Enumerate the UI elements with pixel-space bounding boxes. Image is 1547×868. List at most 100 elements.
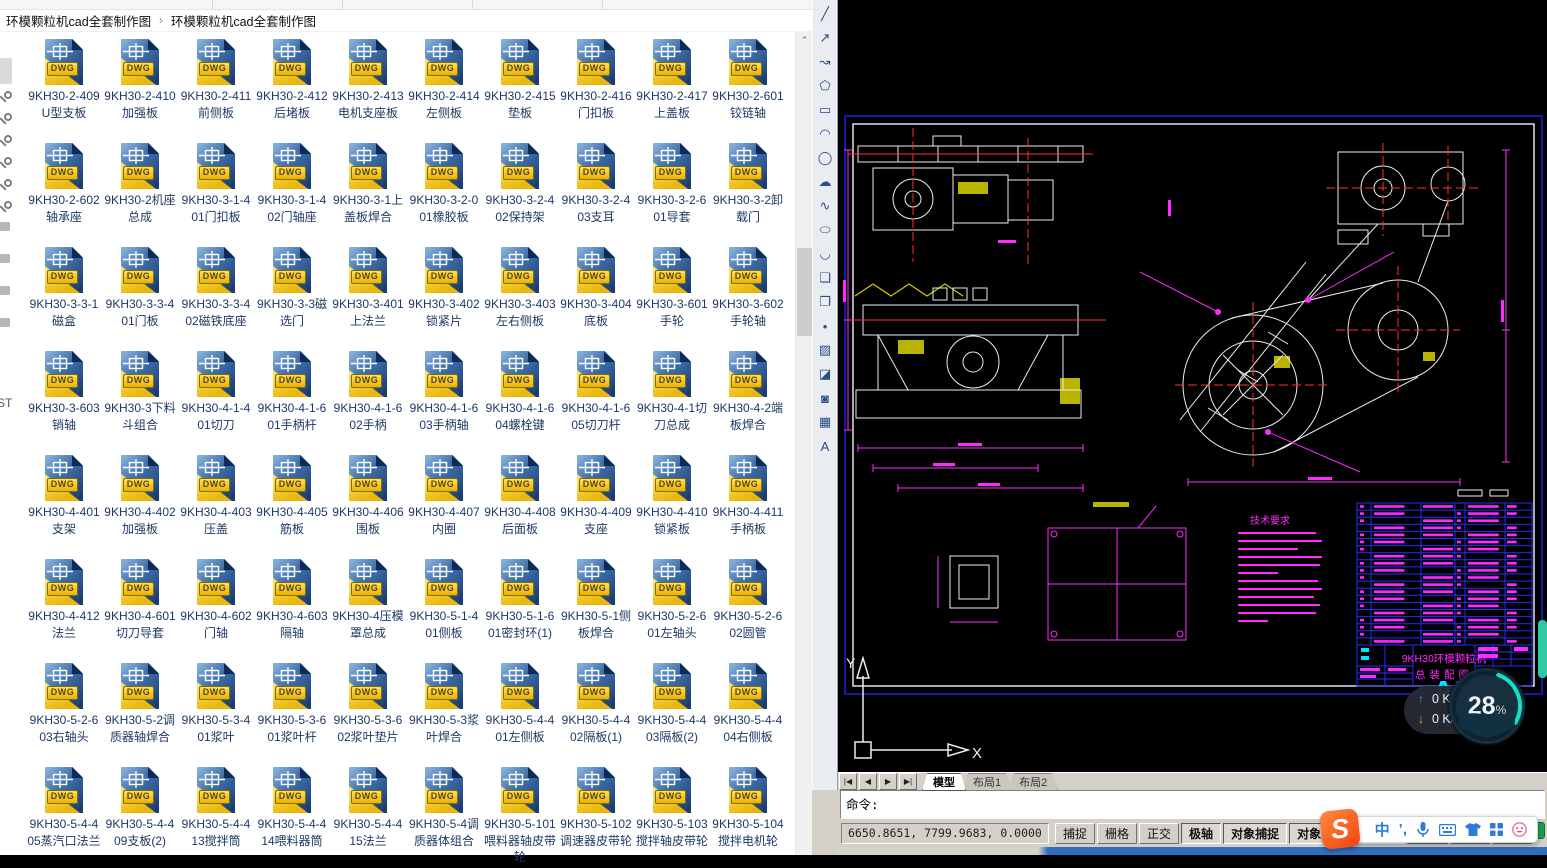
tab-layout2[interactable]: 布局2 [1008,773,1059,791]
make-block-icon[interactable]: ❐ [814,291,836,313]
emoji-icon[interactable] [1512,822,1527,837]
line-icon[interactable]: ╱ [814,3,836,25]
ellipse-icon[interactable]: ⬭ [814,219,836,241]
file-item[interactable]: DWG 9KH30-3-2-001橡胶板 [406,140,482,244]
file-item[interactable]: DWG 9KH30-3-401上法兰 [330,244,406,348]
file-item[interactable]: DWG 9KH30-2-414左侧板 [406,36,482,140]
file-item[interactable]: DWG 9KH30-4-409支座 [558,452,634,556]
file-item[interactable]: DWG 9KH30-4-401支架 [26,452,102,556]
revision-cloud-icon[interactable]: ☁ [814,171,836,193]
tab-last-icon[interactable]: ▶| [899,773,917,790]
file-item[interactable]: DWG 9KH30-3-2-402保持架 [482,140,558,244]
file-item[interactable]: DWG 9KH30-5-1侧板焊合 [558,556,634,660]
file-item[interactable]: DWG 9KH30-3-3-1磁盒 [26,244,102,348]
file-item[interactable]: DWG 9KH30-4-410锁紧板 [634,452,710,556]
file-item[interactable]: DWG 9KH30-2-415垫板 [482,36,558,140]
file-item[interactable]: DWG 9KH30-5-4-402隔板(1) [558,660,634,764]
spline-icon[interactable]: ∿ [814,195,836,217]
tab-first-icon[interactable]: |◀ [839,773,857,790]
circle-icon[interactable]: ◯ [814,147,836,169]
sogou-logo-icon[interactable]: S [1319,808,1361,850]
file-item[interactable]: DWG 9KH30-3-603销轴 [26,348,102,452]
file-item[interactable]: DWG 9KH30-3-3-402磁铁底座 [178,244,254,348]
file-item[interactable]: DWG 9KH30-2-413电机支座板 [330,36,406,140]
file-item[interactable]: DWG 9KH30-5-2-603右轴头 [26,660,102,764]
file-item[interactable]: DWG 9KH30-3-3-401门板 [102,244,178,348]
coordinate-readout[interactable]: 6650.8651, 7799.9683, 0.0000 [841,822,1049,844]
file-item[interactable]: DWG 9KH30-4-2端板焊合 [710,348,786,452]
file-item[interactable]: DWG 9KH30-3-402锁紧片 [406,244,482,348]
hatch-icon[interactable]: ▨ [814,339,836,361]
file-item[interactable]: DWG 9KH30-3-2卸载门 [710,140,786,244]
file-item[interactable]: DWG 9KH30-2-412后堵板 [254,36,330,140]
file-item[interactable]: DWG 9KH30-3-1-401门扣板 [178,140,254,244]
scrollbar-thumb[interactable] [797,248,812,336]
tab-prev-icon[interactable]: ◀ [859,773,877,790]
command-line-input[interactable]: 命令: [840,790,1545,819]
file-item[interactable]: DWG 9KH30-5-104搅拌电机轮 [710,764,786,868]
file-item[interactable]: DWG 9KH30-5-4-401左侧板 [482,660,558,764]
point-icon[interactable]: • [814,315,836,337]
file-item[interactable]: DWG 9KH30-4-1-603手柄轴 [406,348,482,452]
file-item[interactable]: DWG 9KH30-5-102调速器皮带轮 [558,764,634,868]
file-item[interactable]: DWG 9KH30-5-4-414喂料器筒 [254,764,330,868]
polygon-icon[interactable]: ⬠ [814,75,836,97]
file-item[interactable]: DWG 9KH30-4-411手柄板 [710,452,786,556]
file-item[interactable]: DWG 9KH30-5-3-602浆叶垫片 [330,660,406,764]
ellipse-arc-icon[interactable]: ◡ [814,243,836,265]
file-item[interactable]: DWG 9KH30-4-403压盖 [178,452,254,556]
virtual-keyboard-icon[interactable] [1439,823,1456,836]
tab-layout1[interactable]: 布局1 [962,773,1013,791]
file-item[interactable]: DWG 9KH30-2-601铰链轴 [710,36,786,140]
ime-chinese-mode-button[interactable]: 中 [1375,819,1390,840]
tab-model[interactable]: 模型 [922,773,966,791]
file-item[interactable]: DWG 9KH30-5-4-405蒸汽口法兰 [26,764,102,868]
file-item[interactable]: DWG 9KH30-4-1切刀总成 [634,348,710,452]
rectangle-icon[interactable]: ▭ [814,99,836,121]
file-item[interactable]: DWG 9KH30-5-4-413搅拌筒 [178,764,254,868]
tab-next-icon[interactable]: ▶ [879,773,897,790]
file-item[interactable]: DWG 9KH30-3-601手轮 [634,244,710,348]
file-item[interactable]: DWG 9KH30-5-4-409支板(2) [102,764,178,868]
status-toggle-ortho[interactable]: 正交 [1139,822,1180,844]
gradient-icon[interactable]: ◪ [814,363,836,385]
ime-punctuation-button[interactable]: ’, [1399,821,1407,838]
file-item[interactable]: DWG 9KH30-4-1-401切刀 [178,348,254,452]
file-item[interactable]: DWG 9KH30-2-602轴承座 [26,140,102,244]
status-toggle-snap[interactable]: 捕捉 [1055,822,1096,844]
table-icon[interactable]: ▦ [814,411,836,433]
region-icon[interactable]: ◙ [814,387,836,409]
file-item[interactable]: DWG 9KH30-4-1-602手柄 [330,348,406,452]
status-toggle-polar[interactable]: 极轴 [1181,822,1222,844]
file-item[interactable]: DWG 9KH30-5-2-601左轴头 [634,556,710,660]
file-item[interactable]: DWG 9KH30-4-1-601手柄杆 [254,348,330,452]
file-item[interactable]: DWG 9KH30-4-402加强板 [102,452,178,556]
file-item[interactable]: DWG 9KH30-3-1上盖板焊合 [330,140,406,244]
file-item[interactable]: DWG 9KH30-5-4-415法兰 [330,764,406,868]
insert-block-icon[interactable]: ❏ [814,267,836,289]
file-item[interactable]: DWG 9KH30-5-4-404右侧板 [710,660,786,764]
file-item[interactable]: DWG 9KH30-4-408后面板 [482,452,558,556]
file-item[interactable]: DWG 9KH30-3-3磁选门 [254,244,330,348]
file-item[interactable]: DWG 9KH30-3-1-402门轴座 [254,140,330,244]
file-item[interactable]: DWG 9KH30-5-4-403隔板(2) [634,660,710,764]
file-item[interactable]: DWG 9KH30-2机座总成 [102,140,178,244]
file-item[interactable]: DWG 9KH30-2-417上盖板 [634,36,710,140]
polyline-icon[interactable]: ↝ [814,51,836,73]
cad-drawing-canvas[interactable]: 技术要求 9KH30环模颗粒机 总装配图 Y X [838,0,1547,772]
file-item[interactable]: DWG 9KH30-3-403左右侧板 [482,244,558,348]
file-item[interactable]: DWG 9KH30-5-3浆叶焊合 [406,660,482,764]
file-item[interactable]: DWG 9KH30-3-2-403支耳 [558,140,634,244]
file-item[interactable]: DWG 9KH30-5-4调质器体组合 [406,764,482,868]
file-item[interactable]: DWG 9KH30-4-412法兰 [26,556,102,660]
file-item[interactable]: DWG 9KH30-3下料斗组合 [102,348,178,452]
file-item[interactable]: DWG 9KH30-5-2-602圆管 [710,556,786,660]
accelerator-percent-badge[interactable]: 28 % [1449,668,1525,744]
file-item[interactable]: DWG 9KH30-4-406围板 [330,452,406,556]
toolbox-grid-icon[interactable] [1490,823,1503,836]
file-item[interactable]: DWG 9KH30-3-404底板 [558,244,634,348]
file-item[interactable]: DWG 9KH30-5-3-401浆叶 [178,660,254,764]
scroll-up-arrow-icon[interactable]: ⌃ [796,32,813,49]
file-item[interactable]: DWG 9KH30-5-103搅拌轴皮带轮 [634,764,710,868]
multiline-text-icon[interactable]: A [814,435,836,457]
